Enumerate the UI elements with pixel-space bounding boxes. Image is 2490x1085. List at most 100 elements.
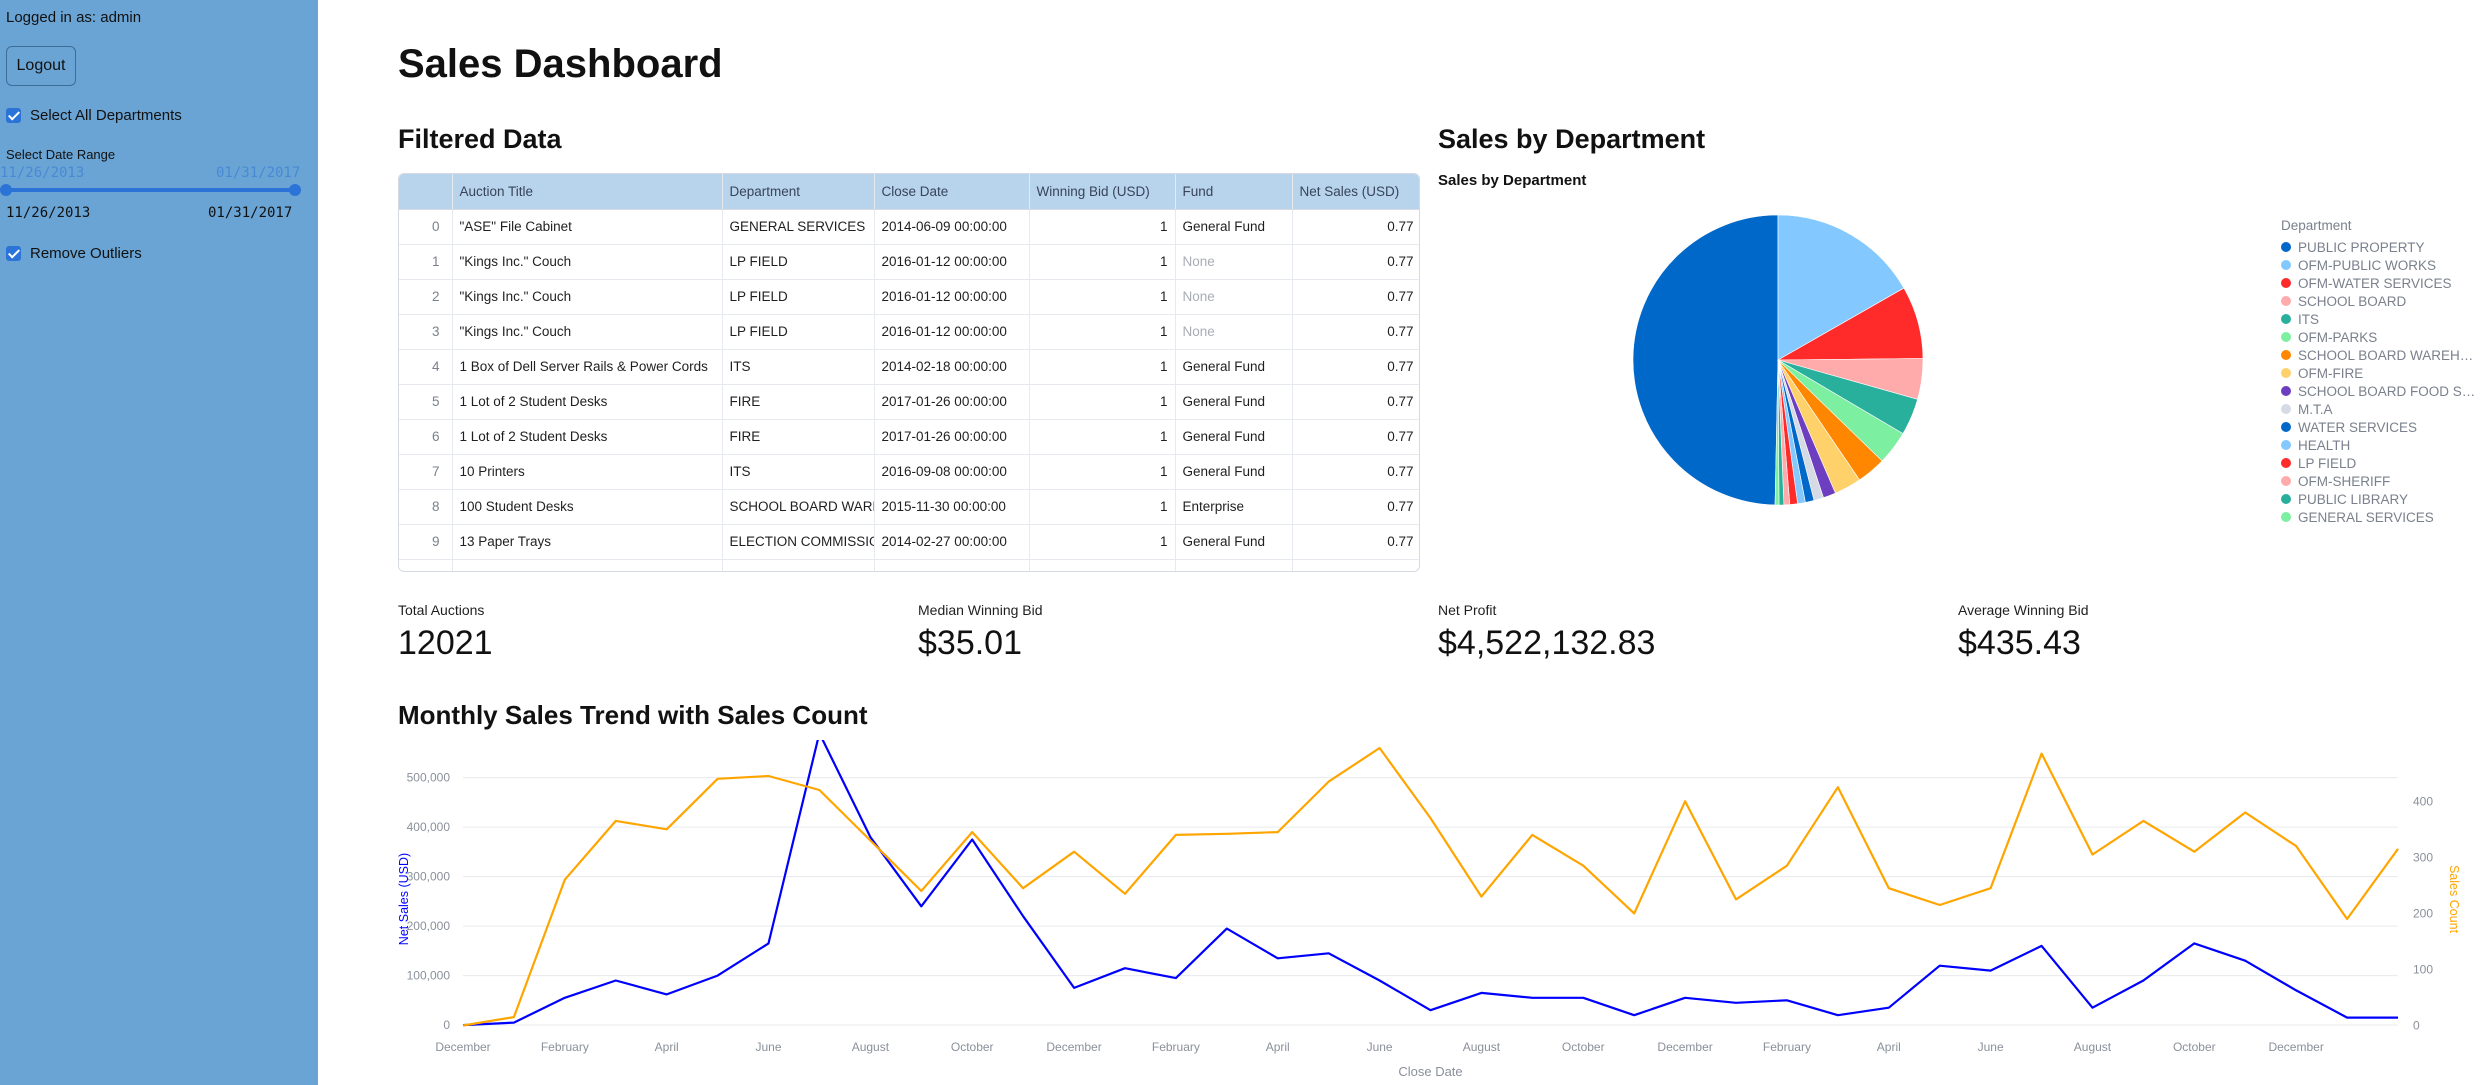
table-cell[interactable]: 5 (399, 384, 453, 420)
table-cell[interactable]: FIRE (722, 419, 875, 455)
table-cell[interactable]: 2016-09-08 00:00:00 (874, 454, 1030, 490)
table-cell[interactable]: 0.77 (1292, 244, 1419, 280)
table-cell[interactable]: 0.77 (1292, 279, 1419, 315)
table-cell[interactable]: ITS (722, 454, 875, 490)
table-cell[interactable]: 1 (1029, 489, 1176, 525)
table-cell[interactable]: General Fund (1175, 349, 1293, 385)
table-cell[interactable]: 2017-01-26 00:00:00 (874, 419, 1030, 455)
table-cell[interactable]: "Kings Inc." Couch (452, 244, 723, 280)
table-cell[interactable]: 1 (1029, 349, 1176, 385)
table-cell[interactable]: 1 (1029, 209, 1176, 245)
table-cell[interactable]: SCHOOL BOARD WAREHOUSE (722, 489, 875, 525)
table-cell[interactable]: 0.77 (1292, 209, 1419, 245)
column-header[interactable]: Fund (1175, 174, 1293, 210)
table-row[interactable]: 9 13 Paper Trays ELECTION COMMISSION 2014-0… (399, 524, 1419, 560)
table-cell[interactable]: 0.77 (1292, 314, 1419, 350)
table-cell[interactable]: GENERAL SERVICES (722, 209, 875, 245)
column-header[interactable]: Auction Title (452, 174, 723, 210)
pie-slice[interactable] (1632, 214, 1779, 506)
table-row[interactable]: 2 "Kings Inc." Couch LP FIELD 2016-01-12 00… (399, 279, 1419, 315)
legend-item[interactable]: OFM-SHERIFF (2281, 472, 2481, 490)
legend-item[interactable]: LP FIELD (2281, 454, 2481, 472)
table-cell[interactable]: 1 (1029, 524, 1176, 560)
table-cell[interactable]: 13 Paper Trays (452, 524, 723, 560)
table-cell[interactable]: None (1175, 244, 1293, 280)
table-cell[interactable]: General Fund (1175, 524, 1293, 560)
column-header[interactable]: Net Sales (USD) (1292, 174, 1419, 210)
table-cell[interactable]: 1 (1029, 419, 1176, 455)
table-cell[interactable]: 1 (1029, 384, 1176, 420)
legend-item[interactable]: OFM-PUBLIC WORKS (2281, 256, 2481, 274)
table-cell[interactable]: "Kings Inc." Couch (452, 314, 723, 350)
legend-item[interactable]: OFM-FIRE (2281, 364, 2481, 382)
sales-by-department-pie-chart[interactable] (1618, 200, 1938, 520)
table-row[interactable]: 3 "Kings Inc." Couch LP FIELD 2016-01-12 00… (399, 314, 1419, 350)
table-cell[interactable]: 2014-02-27 00:00:00 (874, 524, 1030, 560)
table-cell[interactable]: 0 (399, 209, 453, 245)
legend-item[interactable]: OFM-PARKS (2281, 328, 2481, 346)
filtered-data-table[interactable]: Auction Title Department Close Date Winning… (398, 173, 1420, 572)
table-cell[interactable]: ITS (722, 349, 875, 385)
table-cell[interactable]: 2014-02-18 00:00:00 (874, 349, 1030, 385)
column-header[interactable]: Winning Bid (USD) (1029, 174, 1176, 210)
table-cell[interactable]: 0.77 (1292, 349, 1419, 385)
table-row[interactable]: 61 Lot of 2 Student Desks FIRE 2017-01-26 … (399, 419, 1419, 455)
legend-item[interactable]: SCHOOL BOARD WAREH… (2281, 346, 2481, 364)
table-cell[interactable]: LP FIELD (722, 244, 875, 280)
sales-count-line[interactable] (462, 746, 2399, 1027)
legend-item[interactable]: PUBLIC LIBRARY (2281, 490, 2481, 508)
legend-item[interactable]: HEALTH (2281, 436, 2481, 454)
table-cell[interactable]: LP FIELD (722, 314, 875, 350)
table-cell[interactable]: 2014-06-09 00:00:00 (874, 209, 1030, 245)
table-cell[interactable]: 1 (1029, 279, 1176, 315)
table-cell[interactable]: 8 (399, 489, 453, 525)
table-row[interactable]: 8100 Student DesksSCHOOL BOARD WAREHOUSE… (399, 489, 1419, 525)
table-cell[interactable]: 9 (399, 524, 453, 560)
table-cell[interactable]: LP FIELD (722, 279, 875, 315)
table-cell[interactable]: 1 (1029, 454, 1176, 490)
table-cell[interactable]: 1 (1029, 244, 1176, 280)
table-cell[interactable]: 2016-01-12 00:00:00 (874, 244, 1030, 280)
table-cell[interactable]: 3 (399, 314, 453, 350)
table-cell[interactable]: 1 Lot of 2 Student Desks (452, 384, 723, 420)
legend-item[interactable]: OFM-WATER SERVICES (2281, 274, 2481, 292)
table-row[interactable]: 0 "ASE" File Cabinet GENERAL SERVICES 2014-… (399, 209, 1419, 245)
table-cell[interactable]: 1 (399, 244, 453, 280)
legend-item[interactable]: SCHOOL BOARD FOOD S… (2281, 382, 2481, 400)
date-range-slider[interactable] (5, 188, 295, 192)
table-cell[interactable]: 2016-01-12 00:00:00 (874, 279, 1030, 315)
table-cell[interactable]: 0.77 (1292, 384, 1419, 420)
logout-button[interactable]: Logout (6, 46, 76, 86)
table-cell[interactable]: 0.77 (1292, 489, 1419, 525)
column-header[interactable]: Close Date (874, 174, 1030, 210)
table-cell[interactable]: 2015-11-30 00:00:00 (874, 489, 1030, 525)
table-cell[interactable]: FIRE (722, 384, 875, 420)
table-cell[interactable]: Enterprise (1175, 489, 1293, 525)
column-header[interactable]: Department (722, 174, 875, 210)
table-cell[interactable]: 10 Printers (452, 454, 723, 490)
column-header[interactable] (399, 174, 453, 210)
table-cell[interactable]: General Fund (1175, 209, 1293, 245)
table-cell[interactable]: General Fund (1175, 454, 1293, 490)
legend-item[interactable]: GENERAL SERVICES (2281, 508, 2481, 526)
legend-item[interactable]: PUBLIC PROPERTY (2281, 238, 2481, 256)
table-row[interactable]: 1 "Kings Inc." Couch LP FIELD 2016-01-12 00… (399, 244, 1419, 280)
table-cell[interactable]: 7 (399, 454, 453, 490)
table-cell[interactable]: 1 Box of Dell Server Rails & Power Cords (452, 349, 723, 385)
table-cell[interactable]: 0.77 (1292, 419, 1419, 455)
table-row[interactable]: 51 Lot of 2 Student Desks FIRE 2017-01-26 … (399, 384, 1419, 420)
table-cell[interactable]: None (1175, 279, 1293, 315)
checkbox-checked-icon[interactable] (6, 108, 21, 123)
monthly-sales-trend-chart[interactable]: 0 100,000 200,000 300,000 400,000 500,000 0 100… (398, 740, 2488, 1080)
checkbox-checked-icon[interactable] (6, 246, 21, 261)
table-cell[interactable]: "Kings Inc." Couch (452, 279, 723, 315)
table-cell[interactable]: 2017-01-26 00:00:00 (874, 384, 1030, 420)
table-cell[interactable]: 6 (399, 419, 453, 455)
table-cell[interactable]: 100 Student Desks (452, 489, 723, 525)
table-cell[interactable]: General Fund (1175, 384, 1293, 420)
table-row[interactable]: 41 Box of Dell Server Rails & Power Cord… (399, 349, 1419, 385)
net-sales-line[interactable] (462, 740, 2398, 1027)
legend-item[interactable]: WATER SERVICES (2281, 418, 2481, 436)
table-cell[interactable]: "ASE" File Cabinet (452, 209, 723, 245)
table-cell[interactable]: 4 (399, 349, 453, 385)
